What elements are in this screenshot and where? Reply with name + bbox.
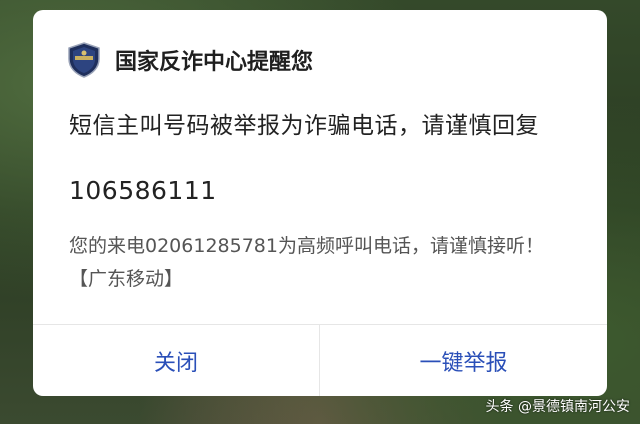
sender-warning: 短信主叫号码被举报为诈骗电话，请谨慎回复 <box>69 113 539 139</box>
message-body: 您的来电02061285781为高频呼叫电话，请谨慎接听！【广东移动】 <box>69 235 544 290</box>
alert-dialog: 国家反诈中心提醒您 短信主叫号码被举报为诈骗电话，请谨慎回复 106586111… <box>33 10 607 396</box>
watermark: 头条 @景德镇南河公安 <box>485 399 630 415</box>
sender-number: 106586111 <box>69 176 217 205</box>
dialog-title: 国家反诈中心提醒您 <box>115 50 314 75</box>
close-button[interactable]: 关闭 <box>33 325 319 396</box>
shield-icon <box>68 42 100 78</box>
report-button[interactable]: 一键举报 <box>320 325 607 396</box>
dialog-header: 国家反诈中心提醒您 <box>67 42 313 78</box>
